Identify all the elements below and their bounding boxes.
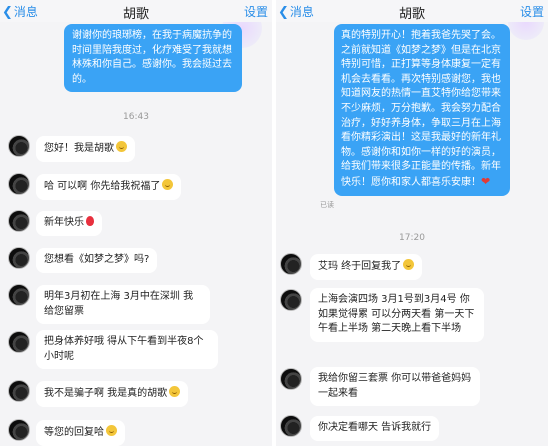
contact-avatar[interactable] [8, 135, 30, 157]
chat-header: ❮消息 胡歌 设置 [0, 0, 272, 22]
message-bubble-incoming[interactable]: 上海会演四场 3月1号到3月4号 你如果觉得累 可以分两天看 第一天下午看上半场… [310, 288, 484, 342]
settings-button[interactable]: 设置 [244, 3, 268, 20]
chat-panel-left: ❮消息 胡歌 设置 谢谢你的琅琊榜，在我于病魔抗争的时间里陪我度过，化疗难受了我… [0, 0, 272, 446]
message-bubble-incoming[interactable]: 我不是骗子啊 我是真的胡歌 [36, 381, 189, 407]
contact-avatar[interactable] [8, 419, 30, 441]
chat-header: ❮消息 胡歌 设置 [276, 0, 548, 22]
smile-emoji-icon [116, 141, 127, 152]
contact-avatar[interactable] [8, 284, 30, 306]
chat-panel-right: ❮消息 胡歌 设置 真的特别开心！抱着我爸先哭了会。之前就知道《如梦之梦》但是在… [276, 0, 548, 446]
message-bubble-incoming[interactable]: 您想看《如梦之梦》吗? [36, 248, 158, 273]
message-bubble-incoming[interactable]: 等您的回复哈 [36, 420, 125, 446]
message-bubble-incoming[interactable]: 新年快乐 [36, 211, 102, 236]
heart-emoji-icon: ❤ [481, 174, 491, 188]
timestamp: 16:43 [123, 112, 149, 122]
chat-title: 胡歌 [398, 7, 425, 22]
message-bubble-incoming[interactable]: 你决定看哪天 告诉我就行 [310, 416, 440, 441]
message-bubble-incoming[interactable]: 明年3月初在上海 3月中在深圳 我给您留票 [36, 285, 210, 325]
message-bubble-incoming[interactable]: 艾玛 终于回复我了 [310, 254, 423, 280]
timestamp: 17:20 [399, 233, 425, 243]
message-bubble-outgoing[interactable]: 谢谢你的琅琊榜，在我于病魔抗争的时间里陪我度过，化疗难受了我就想林殊和你自己。感… [64, 24, 242, 93]
chat-title: 胡歌 [122, 7, 149, 22]
contact-avatar[interactable] [280, 289, 302, 311]
message-bubble-incoming[interactable]: 哈 可以啊 你先给我祝福了 [36, 174, 182, 200]
contact-avatar[interactable] [8, 210, 30, 232]
contact-avatar[interactable] [8, 173, 30, 195]
settings-button[interactable]: 设置 [520, 3, 544, 20]
smile-emoji-icon [169, 386, 181, 397]
contact-avatar[interactable] [280, 415, 302, 437]
message-bubble-incoming[interactable]: 把身体养好哦 得从下午看到半夜8个小时呢 [36, 330, 218, 370]
message-bubble-incoming[interactable]: 我给你留三套票 你可以带爸爸妈妈一起来看 [310, 367, 480, 407]
message-bubble-incoming[interactable]: 您好！我是胡歌 [36, 136, 135, 162]
smile-emoji-icon [403, 259, 415, 270]
contact-avatar[interactable] [8, 380, 30, 402]
contact-avatar[interactable] [280, 253, 302, 275]
message-bubble-outgoing[interactable]: 真的特别开心！抱着我爸先哭了会。之前就知道《如梦之梦》但是在北京特别可惜，正打算… [334, 24, 510, 196]
smile-emoji-icon [106, 425, 117, 436]
contact-avatar[interactable] [8, 247, 30, 269]
read-receipt: 已读 [320, 201, 334, 209]
balloon-emoji-icon [86, 216, 94, 226]
contact-avatar[interactable] [8, 331, 30, 353]
smile-emoji-icon [162, 179, 174, 190]
contact-avatar[interactable] [280, 368, 302, 390]
